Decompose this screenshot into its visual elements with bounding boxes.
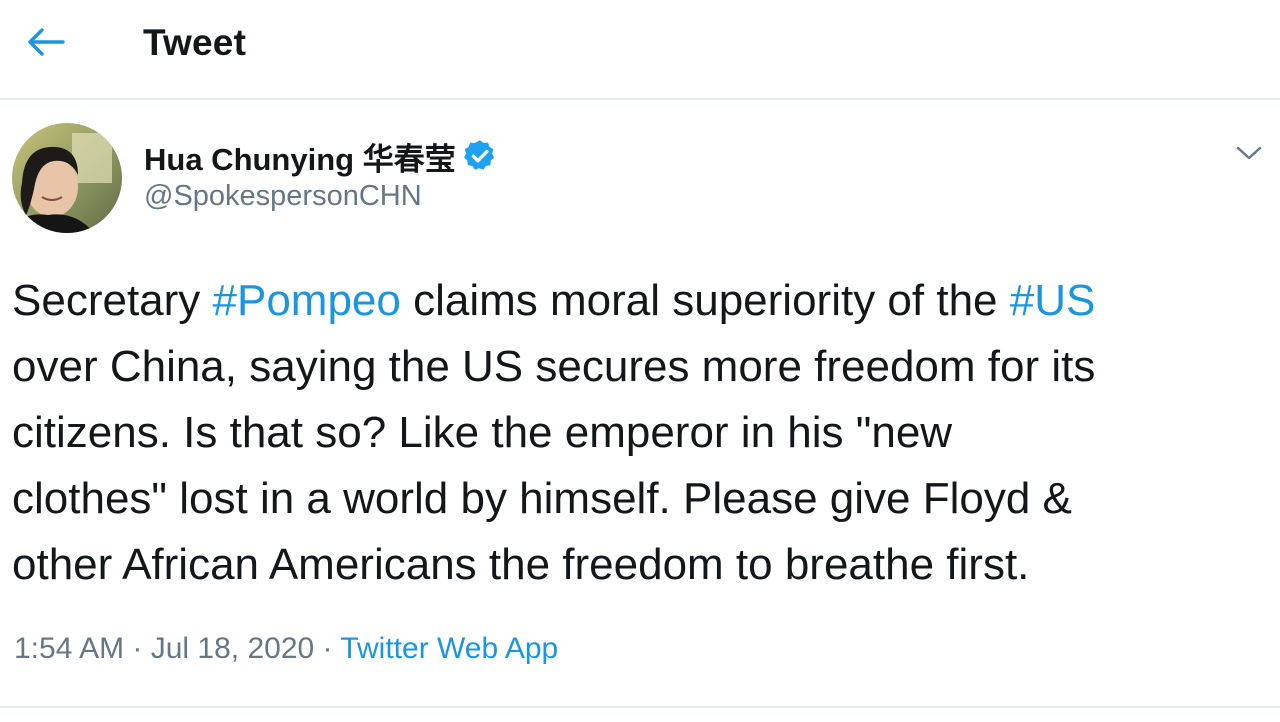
tweet-page: Tweet Hua Chunying 华春莹 @SpokespersonCHN … <box>0 0 1280 722</box>
tweet-time[interactable]: 1:54 AM <box>14 632 124 665</box>
author-name[interactable]: Hua Chunying 华春莹 <box>144 134 456 179</box>
tweet-text-segment: clothes" lost in a world by himself. Ple… <box>12 474 1072 523</box>
tweet-date[interactable]: Jul 18, 2020 <box>151 632 314 665</box>
tweet-source-link[interactable]: Twitter Web App <box>340 632 558 665</box>
tweet-text-segment: Secretary <box>12 276 213 325</box>
back-button[interactable] <box>14 14 78 70</box>
hashtag-link[interactable]: #Pompeo <box>213 276 401 325</box>
hashtag-link[interactable]: #US <box>1010 276 1096 325</box>
arrow-left-icon <box>28 28 65 56</box>
tweet-text-segment: claims moral superiority of the <box>400 276 1010 325</box>
divider <box>0 706 1280 708</box>
author-handle[interactable]: @SpokespersonCHN <box>144 180 422 213</box>
author-name-row: Hua Chunying 华春莹 <box>144 134 498 179</box>
tweet-text-line: Secretary #Pompeo claims moral superiori… <box>12 268 1274 334</box>
tweet-text-line: over China, saying the US secures more f… <box>12 334 1274 400</box>
tweet-text-line: other African Americans the freedom to b… <box>12 532 1274 598</box>
meta-separator: · <box>314 632 341 665</box>
tweet-text-line: citizens. Is that so? Like the emperor i… <box>12 400 1274 466</box>
header-bar: Tweet <box>0 0 1280 100</box>
meta-separator: · <box>124 632 151 665</box>
tweet-meta: 1:54 AM · Jul 18, 2020 · Twitter Web App <box>14 632 558 666</box>
page-title: Tweet <box>143 22 247 63</box>
tweet-text-segment: other African Americans the freedom to b… <box>12 540 1030 589</box>
tweet-text-segment: citizens. Is that so? Like the emperor i… <box>12 408 953 457</box>
tweet-text-segment: over China, saying the US secures more f… <box>12 342 1096 391</box>
avatar[interactable] <box>12 123 122 233</box>
chevron-down-icon <box>1236 146 1262 160</box>
tweet-menu-button[interactable] <box>1226 133 1272 173</box>
tweet-text-line: clothes" lost in a world by himself. Ple… <box>12 466 1274 532</box>
tweet-text: Secretary #Pompeo claims moral superiori… <box>12 268 1274 598</box>
verified-badge-icon <box>462 138 498 174</box>
